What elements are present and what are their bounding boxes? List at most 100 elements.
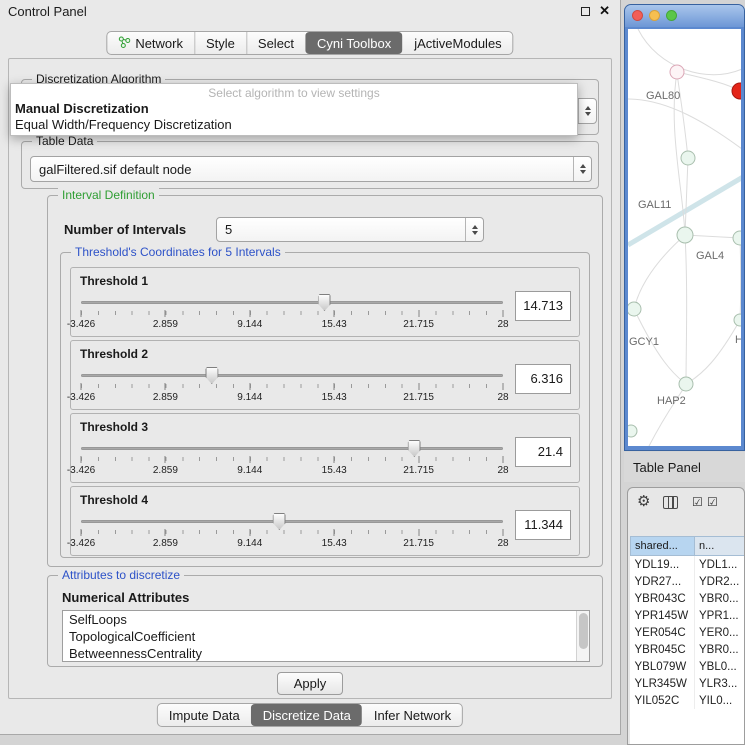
table-cell[interactable]: YBL079W xyxy=(631,658,695,675)
bottom-tabbar: Impute Data Discretize Data Infer Networ… xyxy=(157,703,463,727)
dropdown-option-equal-width[interactable]: Equal Width/Frequency Discretization xyxy=(11,116,577,132)
table-cell[interactable]: YER054C xyxy=(631,624,695,641)
select-column-checkbox-icon[interactable]: ☑ xyxy=(707,495,718,509)
table-row[interactable]: YLR345WYLR3... xyxy=(631,675,745,692)
attribute-list-item[interactable]: SelfLoops xyxy=(63,611,589,628)
slider-thumb[interactable] xyxy=(273,513,286,530)
network-node[interactable] xyxy=(677,227,693,243)
tab-impute-data[interactable]: Impute Data xyxy=(158,704,251,726)
threshold-value-field[interactable]: 21.4 xyxy=(515,437,571,467)
network-window-titlebar[interactable] xyxy=(625,5,744,27)
zoom-traffic-light-icon[interactable] xyxy=(666,10,677,21)
dropdown-hint: Select algorithm to view settings xyxy=(11,84,577,100)
network-node[interactable] xyxy=(628,425,637,437)
table-cell[interactable]: YER0... xyxy=(695,624,745,641)
control-panel-window: Control Panel ✕ Network Style Select Cyn… xyxy=(0,0,621,735)
table-cell[interactable]: YBR043C xyxy=(631,590,695,607)
float-window-icon[interactable] xyxy=(581,7,590,16)
combo-stepper-icon[interactable] xyxy=(578,99,596,123)
network-node[interactable] xyxy=(681,151,695,165)
threshold-slider[interactable]: -3.426 2.859 9.144 15.43 21.715 28 xyxy=(81,292,503,334)
table-row[interactable]: YBR045CYBR0... xyxy=(631,641,745,658)
tab-infer-network[interactable]: Infer Network xyxy=(362,704,462,726)
dropdown-option-manual-discretization[interactable]: Manual Discretization xyxy=(11,100,577,116)
slider-track[interactable] xyxy=(81,374,503,377)
slider-thumb[interactable] xyxy=(408,440,421,457)
tab-discretize-data[interactable]: Discretize Data xyxy=(251,704,362,726)
attribute-list-item[interactable]: BetweennessCentrality xyxy=(63,645,589,662)
table-cell[interactable]: YBR045C xyxy=(631,641,695,658)
threshold-slider[interactable]: -3.426 2.859 9.144 15.43 21.715 28 xyxy=(81,438,503,480)
tab-label: Discretize Data xyxy=(263,708,351,723)
slider-thumb[interactable] xyxy=(205,367,218,384)
table-cell[interactable]: YLR3... xyxy=(695,675,745,692)
select-all-checkbox-icon[interactable]: ☑ xyxy=(692,495,703,509)
tab-style[interactable]: Style xyxy=(194,32,246,54)
combo-stepper-icon[interactable] xyxy=(465,218,483,241)
close-traffic-light-icon[interactable] xyxy=(632,10,643,21)
slider-track[interactable] xyxy=(81,447,503,450)
scale-label: 9.144 xyxy=(237,538,262,549)
minimize-traffic-light-icon[interactable] xyxy=(649,10,660,21)
table-row[interactable]: YBR043CYBR0... xyxy=(631,590,745,607)
threshold-value-field[interactable]: 14.713 xyxy=(515,291,571,321)
scale-label: 2.859 xyxy=(153,392,178,403)
scrollbar-thumb[interactable] xyxy=(579,613,588,649)
tab-jactivemodules[interactable]: jActiveModules xyxy=(402,32,512,54)
table-cell[interactable]: YBL0... xyxy=(695,658,745,675)
apply-button[interactable]: Apply xyxy=(277,672,343,695)
threshold-value-field[interactable]: 11.344 xyxy=(515,510,571,540)
network-node[interactable] xyxy=(734,314,741,326)
network-node[interactable] xyxy=(628,302,641,316)
columns-icon[interactable] xyxy=(663,496,678,509)
table-row[interactable]: YER054CYER0... xyxy=(631,624,745,641)
scale-label: 15.43 xyxy=(322,392,347,403)
threshold-slider[interactable]: -3.426 2.859 9.144 15.43 21.715 28 xyxy=(81,365,503,407)
table-cell[interactable]: YLR345W xyxy=(631,675,695,692)
tab-select[interactable]: Select xyxy=(246,32,305,54)
column-header-name[interactable]: n... xyxy=(695,537,745,556)
number-of-intervals-label: Number of Intervals xyxy=(64,222,186,237)
gear-icon[interactable]: ⚙ xyxy=(637,492,650,510)
table-cell[interactable]: YDR27... xyxy=(631,573,695,590)
column-header-shared-name[interactable]: shared... xyxy=(631,537,695,556)
numerical-attributes-list[interactable]: SelfLoopsTopologicalCoefficientBetweenne… xyxy=(62,610,590,662)
table-cell[interactable]: YDL19... xyxy=(631,556,695,574)
table-cell[interactable]: YDL1... xyxy=(695,556,745,574)
table-row[interactable]: YPR145WYPR1... xyxy=(631,607,745,624)
tab-network[interactable]: Network xyxy=(107,32,194,54)
table-cell[interactable]: YBR0... xyxy=(695,641,745,658)
scrollbar[interactable] xyxy=(576,611,589,661)
table-cell[interactable]: YDR2... xyxy=(695,573,745,590)
network-node[interactable] xyxy=(733,231,741,245)
slider-thumb[interactable] xyxy=(318,294,331,311)
slider-track[interactable] xyxy=(81,520,503,523)
table-row[interactable]: YBL079WYBL0... xyxy=(631,658,745,675)
slider-ticks xyxy=(81,530,503,534)
network-node[interactable] xyxy=(679,377,693,391)
threshold-value-field[interactable]: 6.316 xyxy=(515,364,571,394)
network-node[interactable] xyxy=(670,65,684,79)
tab-cyni-toolbox[interactable]: Cyni Toolbox xyxy=(305,32,402,54)
table-row[interactable]: YDR27...YDR2... xyxy=(631,573,745,590)
table-cell[interactable]: YPR145W xyxy=(631,607,695,624)
table-row[interactable]: YDL19...YDL1... xyxy=(631,556,745,574)
close-icon[interactable]: ✕ xyxy=(599,3,610,19)
table-data-combo[interactable]: galFiltered.sif default node xyxy=(30,156,592,182)
number-of-intervals-combo[interactable]: 5 xyxy=(216,217,484,242)
scale-label: -3.426 xyxy=(67,392,95,403)
table-row[interactable]: YIL052CYIL0... xyxy=(631,692,745,709)
network-node-selected-red[interactable] xyxy=(732,83,741,99)
slider-track[interactable] xyxy=(81,301,503,304)
table-cell[interactable]: YIL052C xyxy=(631,692,695,709)
scale-label: 2.859 xyxy=(153,538,178,549)
table-cell[interactable]: YBR0... xyxy=(695,590,745,607)
combo-stepper-icon[interactable] xyxy=(573,157,591,181)
threshold-slider[interactable]: -3.426 2.859 9.144 15.43 21.715 28 xyxy=(81,511,503,553)
table-cell[interactable]: YIL0... xyxy=(695,692,745,709)
interval-definition-group: Interval Definition Number of Intervals … xyxy=(47,195,603,567)
network-canvas[interactable]: GAL80 GAL11 GAL4 GCY1 HAP2 H xyxy=(628,29,741,446)
scale-label: 21.715 xyxy=(403,319,434,330)
table-cell[interactable]: YPR1... xyxy=(695,607,745,624)
attribute-list-item[interactable]: TopologicalCoefficient xyxy=(63,628,589,645)
